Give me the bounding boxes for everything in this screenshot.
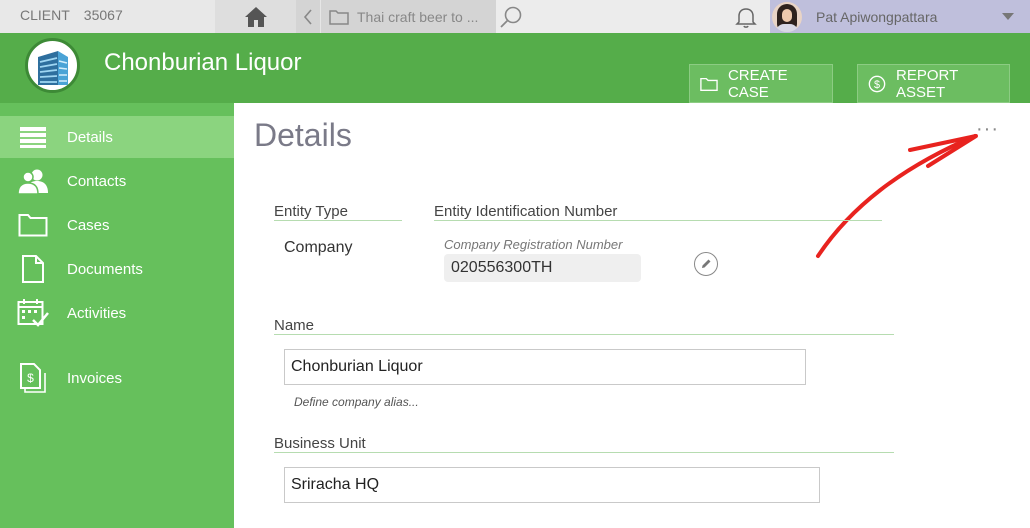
pencil-icon xyxy=(702,259,711,268)
back-chevron-icon[interactable] xyxy=(296,8,320,25)
breadcrumb-divider xyxy=(320,0,321,33)
sidebar-item-label: Contacts xyxy=(67,172,127,190)
sidebar-item-label: Cases xyxy=(67,216,110,234)
name-label: Name xyxy=(274,317,315,334)
folder-icon xyxy=(700,77,718,91)
folder-icon xyxy=(329,9,349,25)
breadcrumb[interactable]: Thai craft beer to ... xyxy=(296,0,496,33)
report-asset-label: REPORT ASSET xyxy=(896,66,958,101)
sidebar-item-documents[interactable]: Documents xyxy=(0,248,234,290)
sidebar-item-contacts[interactable]: Contacts xyxy=(0,160,234,202)
registration-number-value: 020556300TH xyxy=(444,254,641,282)
list-icon xyxy=(0,126,67,148)
search-button[interactable] xyxy=(496,0,526,33)
divider xyxy=(434,220,882,221)
client-number: 35067 xyxy=(83,7,123,23)
home-button[interactable] xyxy=(215,0,296,33)
sidebar-item-label: Documents xyxy=(67,260,143,278)
client-indicator: CLIENT 35067 xyxy=(0,0,215,33)
dollar-circle-icon: $ xyxy=(868,75,886,92)
folder-icon xyxy=(0,213,67,237)
page-title: Chonburian Liquor xyxy=(104,49,302,76)
alias-link[interactable]: Define company alias... xyxy=(294,395,419,409)
company-logo xyxy=(25,38,80,93)
user-name: Pat Apiwongpattara xyxy=(816,8,938,25)
entity-type-label: Entity Type xyxy=(274,203,348,220)
divider xyxy=(274,334,894,335)
sidebar-item-label: Invoices xyxy=(67,369,123,387)
create-case-label: CREATE CASE xyxy=(727,66,788,101)
invoice-icon: $ xyxy=(0,363,67,393)
sidebar-item-label: Details xyxy=(67,128,113,146)
sidebar-item-details[interactable]: Details xyxy=(0,116,234,158)
entity-type-value: Company xyxy=(284,239,353,256)
svg-text:$: $ xyxy=(27,371,34,385)
notifications-bell-icon[interactable] xyxy=(734,5,758,34)
divider xyxy=(274,452,894,453)
sidebar-item-cases[interactable]: Cases xyxy=(0,204,234,246)
search-icon xyxy=(500,6,522,28)
contacts-icon xyxy=(0,168,67,194)
top-bar: CLIENT 35067 Thai craft beer to ... Pat A… xyxy=(0,0,1030,33)
name-field[interactable]: Chonburian Liquor xyxy=(284,349,806,385)
business-unit-field[interactable]: Sriracha HQ xyxy=(284,467,820,503)
home-icon xyxy=(244,6,267,27)
sidebar-item-label: Activities xyxy=(67,304,127,322)
client-label: CLIENT xyxy=(20,7,70,23)
entity-id-label: Entity Identification Number xyxy=(434,203,618,220)
user-menu[interactable]: Pat Apiwongpattara xyxy=(770,0,1030,33)
section-title: Details xyxy=(254,117,352,153)
breadcrumb-item[interactable]: Thai craft beer to ... xyxy=(357,9,487,25)
sidebar-item-invoices[interactable]: $ Invoices xyxy=(0,357,234,399)
sidebar: Details Contacts Cases Documents Activit… xyxy=(0,103,234,528)
calendar-check-icon xyxy=(0,298,67,328)
caret-down-icon[interactable] xyxy=(1002,13,1014,20)
avatar xyxy=(772,1,802,32)
business-unit-label: Business Unit xyxy=(274,435,366,452)
divider xyxy=(274,220,402,221)
report-asset-button[interactable]: $ REPORT ASSET xyxy=(857,64,1010,103)
svg-text:$: $ xyxy=(874,79,880,91)
registration-number-label: Company Registration Number xyxy=(444,237,623,252)
edit-button[interactable] xyxy=(694,252,718,276)
document-icon xyxy=(0,255,67,283)
create-case-button[interactable]: CREATE CASE xyxy=(689,64,833,103)
annotation-arrow xyxy=(816,134,978,258)
entity-header: Chonburian Liquor CREATE CASE $ REPORT A… xyxy=(0,33,1030,103)
sidebar-item-activities[interactable]: Activities xyxy=(0,292,234,334)
